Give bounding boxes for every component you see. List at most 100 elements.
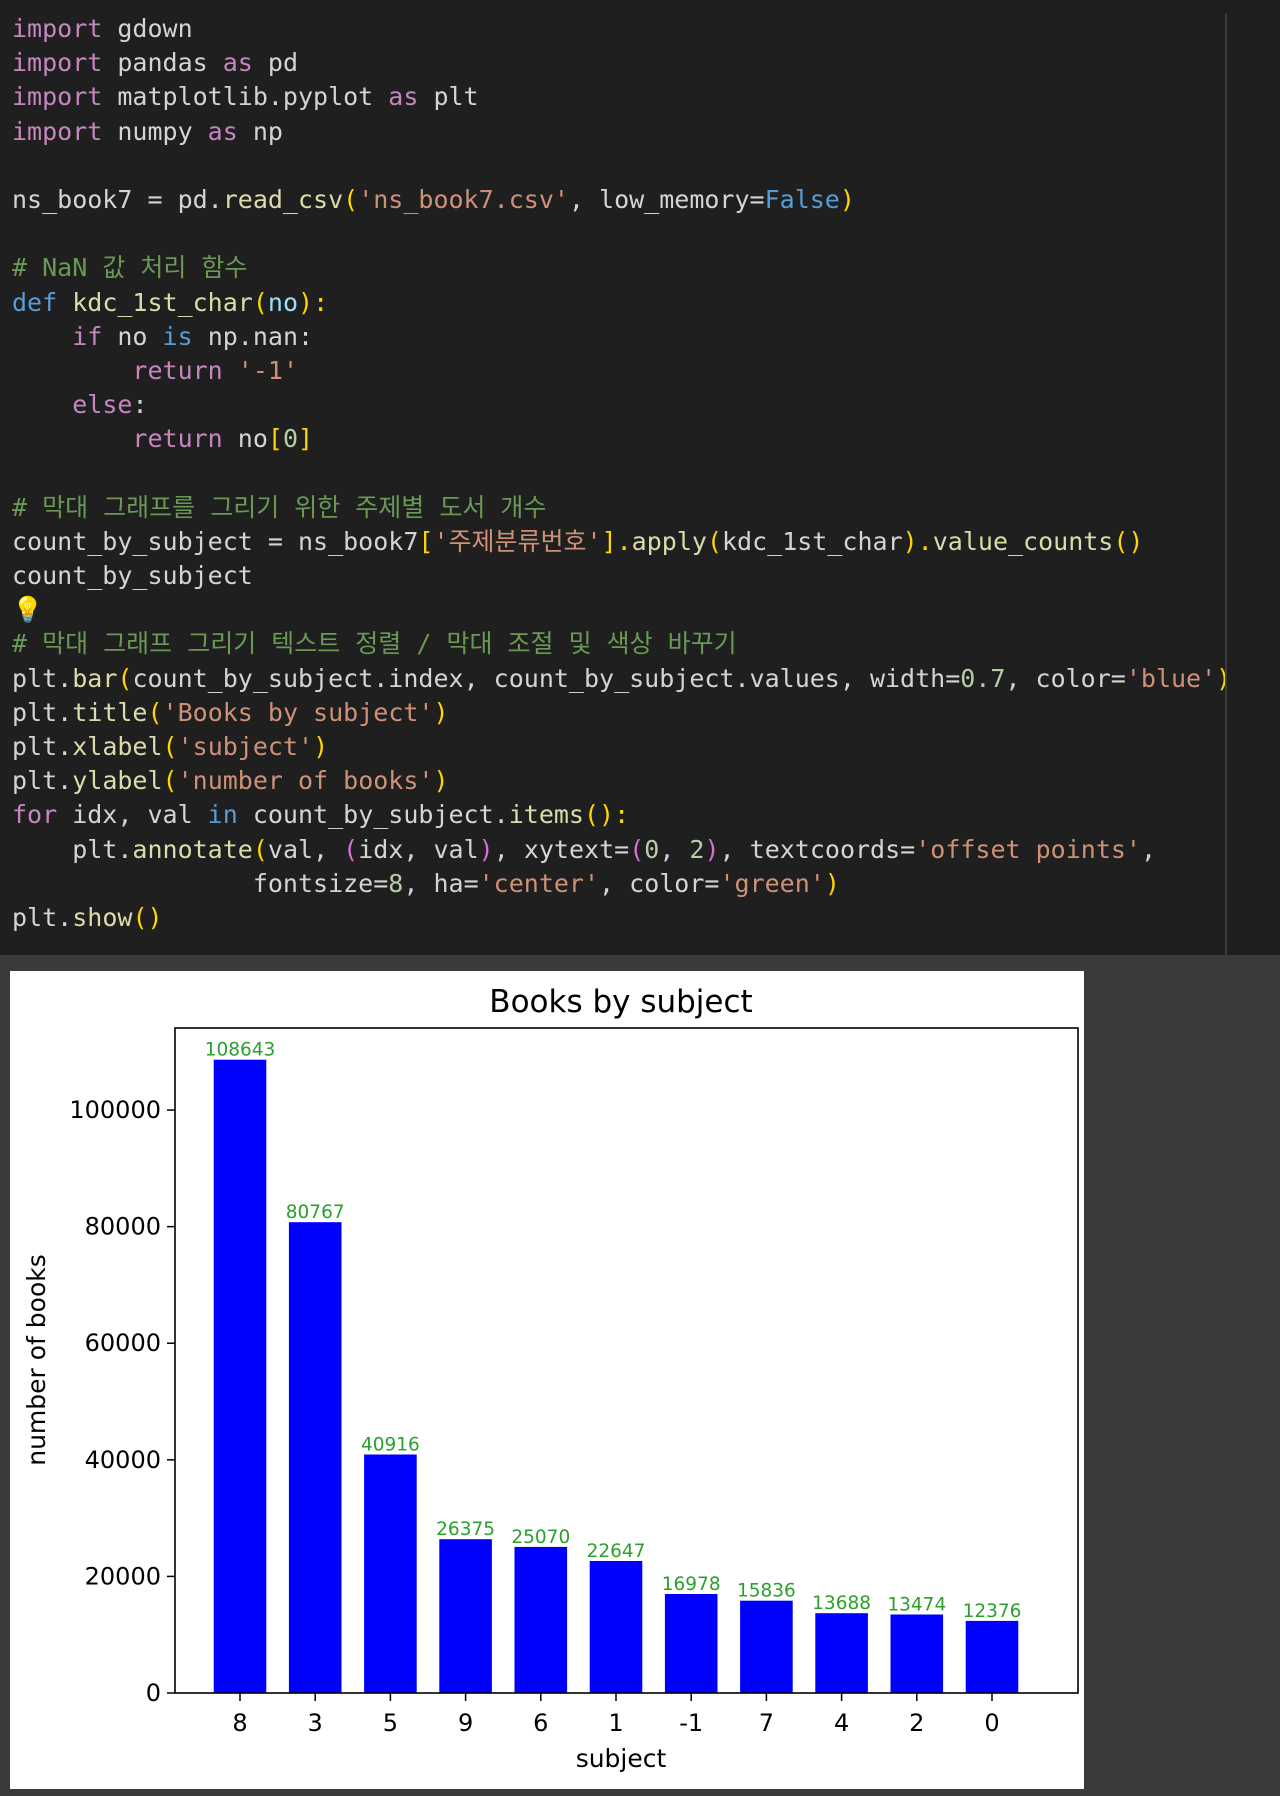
code-token: [ (267, 424, 283, 454)
code-line-3: import matplotlib.pyplot as plt (12, 80, 1231, 114)
code-token: '-1' (237, 355, 299, 385)
code-token: 'green' (719, 868, 825, 898)
code-line-8: # NaN 값 처리 함수 (12, 251, 1231, 285)
code-token: bar (72, 663, 118, 693)
code-token: ( (147, 697, 163, 727)
code-token: 'Books by subject' (162, 697, 434, 727)
bar-1 (589, 1561, 643, 1693)
code-token: idx, val (57, 800, 208, 830)
bar-0 (965, 1620, 1019, 1693)
y-tick-label: 80000 (85, 1213, 161, 1241)
code-token: plt. (12, 663, 73, 693)
code-line-15: # 막대 그래프를 그리기 위한 주제별 도서 개수 (12, 491, 1231, 525)
code-token: ns_book7 = pd. (12, 184, 223, 214)
bar-chart: Books by subject 108643807674091626375 25… (22, 984, 1079, 1773)
x-tick-label: 5 (383, 1709, 398, 1737)
code-token: kdc_1st_char (72, 287, 253, 317)
code-token: pandas (102, 48, 223, 78)
code-token: np (237, 116, 283, 146)
code-token: ( (343, 184, 359, 214)
lightbulb-icon[interactable]: 💡 (12, 595, 43, 624)
code-token: 'number of books' (177, 766, 434, 796)
data-label: 13688 (812, 1593, 871, 1614)
y-axis-ticks: 0 20000 40000 60000 80000 100000 (69, 1096, 175, 1707)
code-token: ( (252, 287, 268, 317)
code-line-19: # 막대 그래프 그리기 텍스트 정렬 / 막대 조절 및 색상 바꾸기 (12, 627, 1231, 661)
code-token: , xytext= (493, 834, 630, 864)
y-tick-label: 40000 (85, 1446, 161, 1474)
bar-6 (514, 1546, 568, 1693)
x-tick-label: 9 (458, 1709, 473, 1737)
code-line-13: return no[0] (12, 422, 1231, 456)
code-editor[interactable]: import gdown import pandas as pd import ma… (12, 12, 1231, 935)
code-token: ) (313, 731, 329, 761)
code-token: ] (298, 424, 314, 454)
code-line-23: plt.ylabel('number of books') (12, 764, 1231, 798)
code-token: , ha= (403, 868, 479, 898)
code-token: items (508, 800, 584, 830)
code-line-4: import numpy as np (12, 115, 1231, 149)
code-token: plt. (12, 697, 73, 727)
x-axis-ticks: 8 3 5 9 6 1 -1 7 4 2 0 (232, 1693, 1000, 1737)
code-token: val, (267, 834, 344, 864)
code-token: import (12, 116, 103, 146)
code-token: plt. (12, 731, 73, 761)
code-token: , textcoords= (719, 834, 916, 864)
code-token: return (132, 424, 223, 454)
code-token: , low_memory= (568, 184, 765, 214)
code-token: ( (117, 663, 133, 693)
code-token: count_by_subject (12, 561, 253, 590)
code-token: 'ns_book7.csv' (358, 184, 569, 214)
code-token: as (222, 48, 253, 78)
code-line-22: plt.xlabel('subject') (12, 730, 1231, 764)
code-token: 'blue' (1125, 663, 1217, 693)
x-tick-label: -1 (679, 1709, 703, 1737)
bar-5 (364, 1454, 417, 1693)
code-comment: # NaN 값 처리 함수 (12, 253, 248, 283)
code-token: (): (583, 800, 630, 830)
bar-9 (439, 1539, 492, 1693)
code-token: ( (162, 766, 178, 796)
code-line-27: plt.show() (12, 901, 1231, 935)
data-label: 12376 (963, 1601, 1022, 1622)
code-token: ]. (601, 526, 632, 556)
code-token: in (207, 800, 238, 830)
code-token: '주제분류번호' (433, 526, 602, 556)
code-token: idx, val (358, 834, 479, 864)
code-token: if (72, 321, 103, 351)
data-label: 13474 (887, 1595, 946, 1616)
data-label: 80767 (286, 1202, 345, 1223)
x-tick-label: 7 (759, 1709, 774, 1737)
code-line-24: for idx, val in count_by_subject.items()… (12, 798, 1231, 832)
x-tick-label: 0 (984, 1709, 999, 1737)
x-tick-label: 6 (533, 1709, 548, 1737)
code-token: pd (252, 48, 298, 78)
code-cell[interactable]: import gdown import pandas as pd import ma… (0, 0, 1280, 955)
bar-3 (288, 1222, 342, 1693)
code-token: ylabel (72, 766, 163, 796)
code-token: plt. (12, 902, 73, 932)
code-token: 0 (282, 424, 299, 454)
code-token: ) (839, 184, 855, 214)
data-label: 25070 (511, 1527, 570, 1548)
code-token: ( (162, 731, 178, 761)
code-token: np.nan: (192, 321, 314, 351)
code-token: 2 (689, 834, 705, 864)
code-token: False (764, 184, 840, 214)
y-tick-label: 60000 (85, 1329, 161, 1357)
code-token: , color= (599, 868, 720, 898)
code-token: no (102, 321, 163, 351)
code-token: count_by_subject = ns_book7 (12, 526, 419, 556)
code-token: import (12, 82, 103, 112)
code-token: count_by_subject. (237, 800, 509, 830)
y-tick-label: 100000 (69, 1096, 161, 1124)
code-token: as (207, 116, 238, 146)
code-token: read_csv (222, 184, 344, 214)
